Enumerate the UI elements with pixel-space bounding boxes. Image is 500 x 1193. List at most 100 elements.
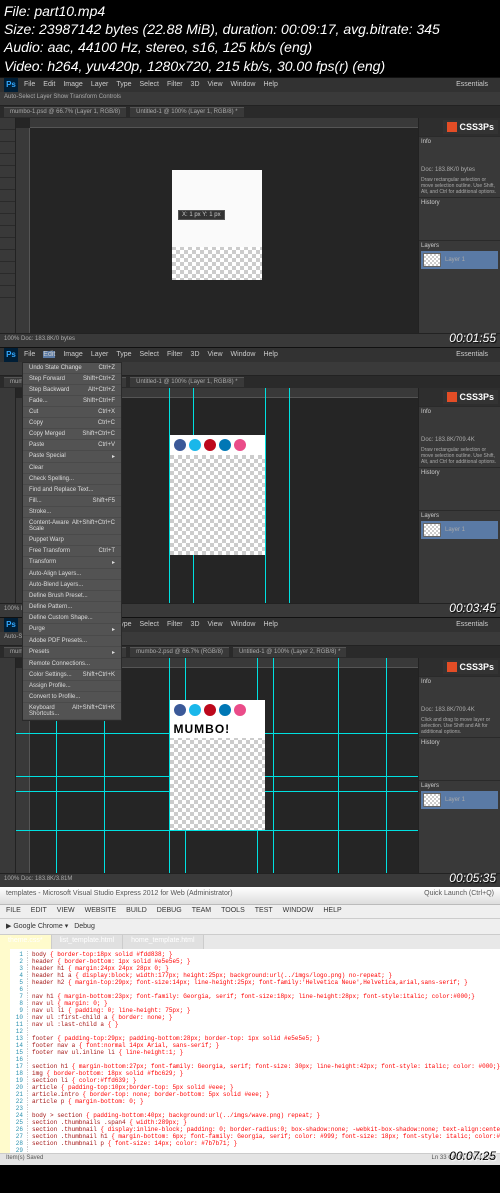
- eraser-tool-icon[interactable]: [0, 214, 15, 226]
- code-line[interactable]: 12: [12, 1028, 500, 1035]
- pen-tool-icon[interactable]: [0, 238, 15, 250]
- layer-name[interactable]: Layer 1: [445, 527, 465, 533]
- code-line[interactable]: 28section .thumbnail p { font-size: 14px…: [12, 1140, 500, 1147]
- brush-tool-icon[interactable]: [0, 190, 15, 202]
- code-line[interactable]: 18img { border-bottom: 18px solid #fbc62…: [12, 1070, 500, 1077]
- ps-doc-tab[interactable]: Untitled-1 @ 100% (Layer 1, RGB/8) *: [130, 377, 243, 387]
- code-line[interactable]: 6: [12, 986, 500, 993]
- edit-menu-item[interactable]: Convert to Profile...: [23, 692, 121, 703]
- menu-type[interactable]: Type: [116, 351, 131, 358]
- edit-menu-item[interactable]: CutCtrl+X: [23, 407, 121, 418]
- vs-menu-website[interactable]: WEBSITE: [85, 907, 117, 916]
- ps-canvas[interactable]: [170, 435, 265, 555]
- layer-name[interactable]: Layer 1: [445, 257, 465, 263]
- code-line[interactable]: 25section .thumbnails .span4 { width:289…: [12, 1119, 500, 1126]
- info-panel[interactable]: Info Doc: 183.8K/709.4K Draw rectangular…: [419, 406, 500, 467]
- code-line[interactable]: 7nav h1 { margin-bottom:23px; font-famil…: [12, 993, 500, 1000]
- menu-3d[interactable]: 3D: [191, 81, 200, 88]
- code-editor[interactable]: 1body { border-top:18px solid #fdd838; }…: [0, 949, 500, 1153]
- workspace-essentials[interactable]: Essentials: [456, 351, 488, 358]
- menu-filter[interactable]: Filter: [167, 621, 183, 628]
- menu-help[interactable]: Help: [263, 81, 277, 88]
- menu-file[interactable]: File: [24, 81, 35, 88]
- code-line[interactable]: 21article.intro { border-top: none; bord…: [12, 1091, 500, 1098]
- ruler-vertical[interactable]: [16, 128, 30, 333]
- ps-options-bar[interactable]: Auto-Select Layer Show Transform Control…: [0, 92, 500, 106]
- ruler-horizontal[interactable]: [30, 118, 418, 128]
- menu-help[interactable]: Help: [263, 351, 277, 358]
- menu-view[interactable]: View: [208, 621, 223, 628]
- edit-menu-item[interactable]: Remote Connections...: [23, 659, 121, 670]
- menu-window[interactable]: Window: [231, 81, 256, 88]
- code-line[interactable]: 16: [12, 1056, 500, 1063]
- marquee-tool-icon[interactable]: [0, 130, 15, 142]
- code-line[interactable]: 15footer nav ul.inline li { line-height:…: [12, 1049, 500, 1056]
- edit-menu-item[interactable]: Copy MergedShift+Ctrl+C: [23, 429, 121, 440]
- edit-menu-item[interactable]: Find and Replace Text...: [23, 485, 121, 496]
- menu-edit[interactable]: Edit: [43, 81, 55, 88]
- code-line[interactable]: 14footer nav a { font:normal 14px Arial,…: [12, 1042, 500, 1049]
- edit-menu-item[interactable]: Step BackwardAlt+Ctrl+Z: [23, 385, 121, 396]
- edit-menu-item[interactable]: Define Custom Shape...: [23, 613, 121, 624]
- css3ps-panel[interactable]: CSS3Ps: [419, 658, 500, 676]
- vs-menu-debug[interactable]: DEBUG: [157, 907, 182, 916]
- layer-name[interactable]: Layer 1: [445, 797, 465, 803]
- vs-menu-edit[interactable]: EDIT: [31, 907, 47, 916]
- menu-select[interactable]: Select: [140, 81, 159, 88]
- edit-menu-item[interactable]: Define Pattern...: [23, 602, 121, 613]
- lasso-tool-icon[interactable]: [0, 142, 15, 154]
- menu-type[interactable]: Type: [116, 81, 131, 88]
- type-tool-icon[interactable]: [0, 250, 15, 262]
- edit-menu-item[interactable]: Keyboard Shortcuts...Alt+Shift+Ctrl+K: [23, 703, 121, 720]
- vs-menu-tools[interactable]: TOOLS: [221, 907, 245, 916]
- vs-menu-test[interactable]: TEST: [255, 907, 273, 916]
- code-line[interactable]: 24body > section { padding-bottom:40px; …: [12, 1112, 500, 1119]
- edit-menu-item[interactable]: CopyCtrl+C: [23, 418, 121, 429]
- menu-edit[interactable]: Edit: [43, 351, 55, 358]
- menu-view[interactable]: View: [208, 81, 223, 88]
- edit-menu-item[interactable]: Content-Aware ScaleAlt+Shift+Ctrl+C: [23, 518, 121, 535]
- history-panel[interactable]: History: [419, 737, 500, 780]
- stamp-tool-icon[interactable]: [0, 202, 15, 214]
- edit-menu-item[interactable]: Auto-Blend Layers...: [23, 580, 121, 591]
- code-line[interactable]: 11nav ul :last-child a { }: [12, 1021, 500, 1028]
- edit-menu-item[interactable]: Step ForwardShift+Ctrl+Z: [23, 374, 121, 385]
- vs-menu-build[interactable]: BUILD: [126, 907, 147, 916]
- edit-menu-item[interactable]: Stroke...: [23, 507, 121, 518]
- edit-menu-item[interactable]: Transform▸: [23, 557, 121, 569]
- edit-menu-item[interactable]: Clear: [23, 463, 121, 474]
- layers-panel[interactable]: Layers Layer 1: [419, 240, 500, 271]
- menu-3d[interactable]: 3D: [191, 621, 200, 628]
- editor-tab-active[interactable]: theme.css*: [0, 935, 52, 949]
- workspace-essentials[interactable]: Essentials: [456, 621, 488, 628]
- code-line[interactable]: 13footer { padding-top:29px; padding-bot…: [12, 1035, 500, 1042]
- menu-help[interactable]: Help: [263, 621, 277, 628]
- move-tool-icon[interactable]: [0, 118, 15, 130]
- menu-window[interactable]: Window: [231, 351, 256, 358]
- gradient-tool-icon[interactable]: [0, 226, 15, 238]
- code-line[interactable]: 29: [12, 1147, 500, 1153]
- code-line[interactable]: 19section li { color:#ffd639; }: [12, 1077, 500, 1084]
- menu-filter[interactable]: Filter: [167, 351, 183, 358]
- vs-menu-help[interactable]: HELP: [323, 907, 341, 916]
- ps-canvas[interactable]: X: 1 px Y: 1 px: [172, 170, 262, 280]
- run-browser-dropdown[interactable]: ▶ Google Chrome ▾: [6, 922, 68, 930]
- hand-tool-icon[interactable]: [0, 274, 15, 286]
- code-line[interactable]: 27section .thumbnail h1 { margin-bottom:…: [12, 1133, 500, 1140]
- quick-launch[interactable]: Quick Launch (Ctrl+Q): [424, 890, 494, 901]
- crop-tool-icon[interactable]: [0, 166, 15, 178]
- editor-tab[interactable]: home_template.html: [123, 935, 203, 949]
- ps-doc-tab[interactable]: mumbo-1.psd @ 66.7% (Layer 1, RGB/8): [4, 107, 126, 117]
- workspace-essentials[interactable]: Essentials: [456, 81, 488, 88]
- layers-panel[interactable]: Layers Layer 1: [419, 780, 500, 811]
- code-line[interactable]: 22article p { margin-bottom: 0; }: [12, 1098, 500, 1105]
- menu-image[interactable]: Image: [63, 81, 82, 88]
- code-line[interactable]: 4header h1 a { display:block; width:177p…: [12, 972, 500, 979]
- info-panel[interactable]: Info Doc: 183.8K/0 bytes Draw rectangula…: [419, 136, 500, 197]
- ps-doc-tab[interactable]: Untitled-1 @ 100% (Layer 2, RGB/8) *: [233, 647, 346, 657]
- vs-menu-file[interactable]: FILE: [6, 907, 21, 916]
- code-line[interactable]: 9nav ul li { padding: 0; line-height: 75…: [12, 1007, 500, 1014]
- edit-menu-item[interactable]: Purge▸: [23, 624, 121, 636]
- menu-filter[interactable]: Filter: [167, 81, 183, 88]
- code-line[interactable]: 3header h1 { margin:24px 24px 28px 0; }: [12, 965, 500, 972]
